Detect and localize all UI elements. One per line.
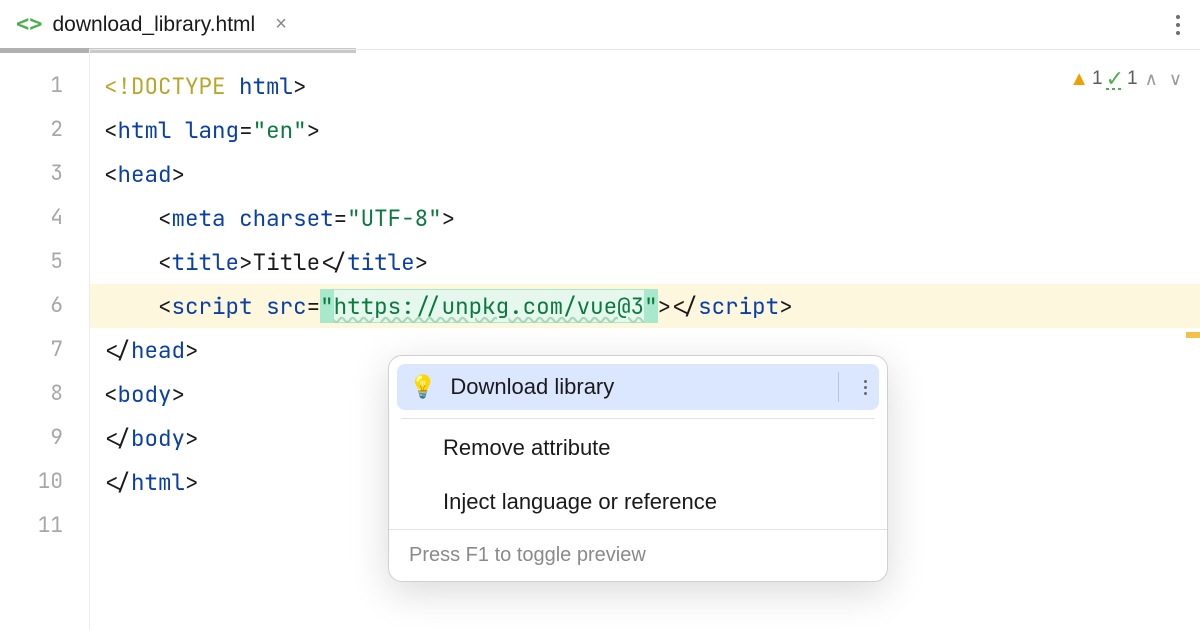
prev-highlight-icon[interactable]: ∧ — [1141, 69, 1162, 90]
line-number: 8 — [0, 372, 89, 416]
line-number: 3 — [0, 152, 89, 196]
tab-bar: <> download_library.html × — [0, 0, 1200, 50]
bulb-icon: 💡 — [409, 374, 436, 400]
code-line: <head> — [90, 152, 1200, 196]
line-number: 9 — [0, 416, 89, 460]
warning-icon: ▲ — [1069, 68, 1089, 91]
cdn-url: https://unpkg.com/vue@3 — [334, 290, 645, 322]
line-number: 2 — [0, 108, 89, 152]
close-icon[interactable]: × — [275, 13, 287, 36]
popup-hint: Press F1 to toggle preview — [389, 529, 887, 581]
code-line: <!DOCTYPE html> — [90, 64, 1200, 108]
html-file-icon: <> — [16, 12, 43, 37]
editor-tab[interactable]: <> download_library.html × — [12, 4, 291, 45]
intention-label: Download library — [450, 374, 614, 400]
line-number: 5 — [0, 240, 89, 284]
separator — [401, 418, 875, 419]
code-line: <html lang="en"> — [90, 108, 1200, 152]
code-line-active: <script src="https://unpkg.com/vue@3"></… — [90, 284, 1200, 328]
intention-inject-language[interactable]: Inject language or reference — [389, 475, 887, 529]
tab-filename: download_library.html — [53, 13, 256, 37]
intention-label: Remove attribute — [443, 435, 611, 461]
line-number: 10 — [0, 460, 89, 504]
code-line: <meta charset="UTF-8"> — [90, 196, 1200, 240]
warning-count: 1 — [1092, 68, 1103, 90]
line-gutter: 1 2 3 4 5 6 7 8 9 10 11 — [0, 50, 90, 630]
line-number: 7 — [0, 328, 89, 372]
intention-download-library[interactable]: 💡 Download library — [397, 364, 879, 410]
weak-warning-count: 1 — [1127, 68, 1138, 90]
code-line: <title>Title</title> — [90, 240, 1200, 284]
intention-label: Inject language or reference — [443, 489, 717, 515]
inspection-widget[interactable]: ▲ 1 ✓ 1 ∧ ∨ — [1069, 66, 1186, 92]
line-number: 6 — [0, 284, 89, 328]
intention-popup: 💡 Download library Remove attribute Inje… — [388, 355, 888, 582]
intention-more-icon[interactable] — [864, 380, 867, 395]
tab-options-icon[interactable] — [1168, 7, 1188, 43]
line-number: 11 — [0, 504, 89, 548]
weak-warning-icon: ✓ — [1106, 66, 1124, 92]
intention-remove-attribute[interactable]: Remove attribute — [389, 421, 887, 475]
line-number: 4 — [0, 196, 89, 240]
next-highlight-icon[interactable]: ∨ — [1165, 69, 1186, 90]
line-number: 1 — [0, 64, 89, 108]
warning-stripe[interactable] — [1186, 332, 1200, 338]
